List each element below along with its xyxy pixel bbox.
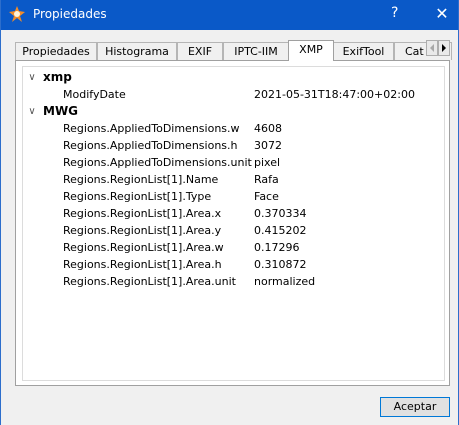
title-bar[interactable]: Propiedades ? ✕ — [1, 0, 458, 30]
expand-chevron-icon[interactable]: ∨ — [26, 69, 38, 86]
help-icon[interactable]: ? — [391, 5, 398, 21]
property-row[interactable]: Regions.RegionList[1].Name Rafa — [23, 171, 444, 188]
property-row[interactable]: Regions.RegionList[1].Area.w 0.17296 — [23, 239, 444, 256]
property-row[interactable]: ModifyDate 2021-05-31T18:47:00+02:00 — [23, 86, 444, 103]
property-row[interactable]: Regions.RegionList[1].Area.h 0.310872 — [23, 256, 444, 273]
property-key: Regions.AppliedToDimensions.w — [63, 122, 240, 135]
property-row[interactable]: Regions.AppliedToDimensions.h 3072 — [23, 137, 444, 154]
property-row[interactable]: Regions.RegionList[1].Type Face — [23, 188, 444, 205]
property-value: Face — [254, 190, 279, 203]
property-row[interactable]: Regions.AppliedToDimensions.unit pixel — [23, 154, 444, 171]
chevron-left-icon — [430, 44, 434, 52]
property-key: Regions.RegionList[1].Type — [63, 190, 212, 203]
tab-histograma[interactable]: Histograma — [97, 42, 177, 60]
property-value: 3072 — [254, 139, 282, 152]
property-key: Regions.RegionList[1].Area.w — [63, 241, 224, 254]
property-value: pixel — [254, 156, 281, 169]
property-value: normalized — [254, 275, 316, 288]
property-row[interactable]: Regions.RegionList[1].Area.x 0.370334 — [23, 205, 444, 222]
property-key: Regions.AppliedToDimensions.unit — [63, 156, 252, 169]
group-label: MWG — [43, 104, 79, 118]
tab-scroll-left-button[interactable] — [426, 40, 438, 56]
tab-xmp[interactable]: XMP — [288, 40, 334, 61]
property-row[interactable]: Regions.AppliedToDimensions.w 4608 — [23, 120, 444, 137]
property-key: Regions.RegionList[1].Area.y — [63, 224, 222, 237]
tab-propiedades[interactable]: Propiedades — [15, 42, 97, 60]
property-key: Regions.RegionList[1].Area.x — [63, 207, 222, 220]
property-value: 0.370334 — [254, 207, 307, 220]
group-label: xmp — [43, 70, 72, 84]
property-key: ModifyDate — [63, 88, 126, 101]
property-key: Regions.RegionList[1].Area.unit — [63, 275, 236, 288]
property-key: Regions.AppliedToDimensions.h — [63, 139, 238, 152]
property-value: 0.415202 — [254, 224, 307, 237]
group-row-xmp[interactable]: ∨ xmp — [23, 69, 444, 86]
property-row[interactable]: Regions.RegionList[1].Area.unit normaliz… — [23, 273, 444, 290]
property-key: Regions.RegionList[1].Name — [63, 173, 219, 186]
app-icon — [9, 6, 25, 22]
tab-exif[interactable]: EXIF — [177, 42, 223, 60]
chevron-right-icon — [442, 44, 446, 52]
property-row[interactable]: Regions.RegionList[1].Area.y 0.415202 — [23, 222, 444, 239]
window-title: Propiedades — [33, 7, 107, 21]
properties-dialog: Propiedades ? ✕ Propiedades Histograma E… — [0, 0, 459, 425]
close-icon[interactable]: ✕ — [427, 2, 457, 26]
tab-scroll-right-button[interactable] — [438, 40, 450, 56]
expand-chevron-icon[interactable]: ∨ — [26, 103, 38, 120]
tab-bar: Propiedades Histograma EXIF IPTC-IIM XMP… — [15, 40, 452, 61]
tab-iptc-iim[interactable]: IPTC-IIM — [223, 42, 289, 60]
accept-button[interactable]: Aceptar — [380, 397, 450, 417]
property-value: 0.17296 — [254, 241, 300, 254]
xmp-tree[interactable]: ∨ xmp ModifyDate 2021-05-31T18:47:00+02:… — [22, 66, 445, 381]
property-value: 2021-05-31T18:47:00+02:00 — [254, 88, 415, 101]
property-key: Regions.RegionList[1].Area.h — [63, 258, 222, 271]
property-value: Rafa — [254, 173, 279, 186]
property-value: 4608 — [254, 122, 282, 135]
property-value: 0.310872 — [254, 258, 307, 271]
group-row-mwg[interactable]: ∨ MWG — [23, 103, 444, 120]
tab-exiftool[interactable]: ExifTool — [333, 42, 394, 60]
xmp-tab-panel: ∨ xmp ModifyDate 2021-05-31T18:47:00+02:… — [15, 60, 450, 386]
